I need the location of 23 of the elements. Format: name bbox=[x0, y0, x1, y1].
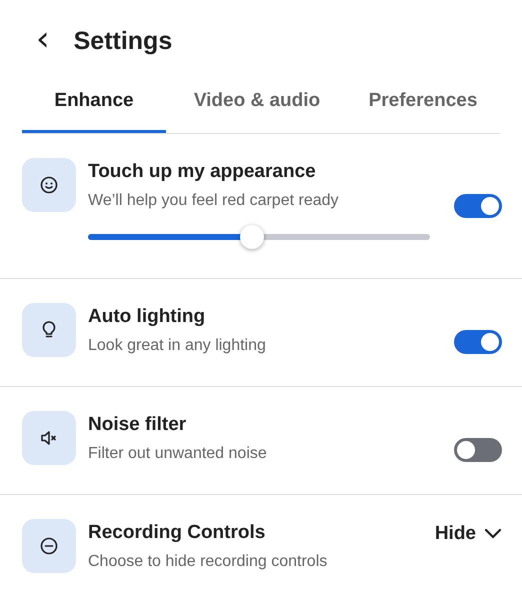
page-title: Settings bbox=[74, 26, 172, 56]
tab[interactable]: Enhance bbox=[22, 86, 166, 133]
back-button[interactable]: ‹ bbox=[34, 24, 52, 58]
setting-title: Noise filter bbox=[88, 414, 188, 436]
setting-title: Touch up my appearance bbox=[88, 161, 317, 183]
smiley-icon bbox=[22, 158, 76, 212]
dropdown[interactable]: Hide bbox=[434, 523, 502, 545]
setting-description: We’ll help you feel red carpet ready bbox=[88, 192, 340, 210]
chevron-down-icon bbox=[484, 528, 502, 540]
slider[interactable] bbox=[88, 225, 430, 249]
tab[interactable]: Video & audio bbox=[182, 86, 332, 133]
lightbulb-icon bbox=[22, 303, 76, 357]
tab[interactable]: Preferences bbox=[348, 86, 498, 133]
setting-title: Auto lighting bbox=[88, 306, 206, 328]
setting-description: Look great in any lighting bbox=[88, 337, 267, 355]
setting-title: Recording Controls bbox=[88, 522, 266, 544]
slider-thumb[interactable] bbox=[240, 225, 264, 249]
toggle-switch[interactable] bbox=[454, 330, 502, 354]
speaker-muted-icon bbox=[22, 411, 76, 465]
toggle-switch[interactable] bbox=[454, 194, 502, 218]
toggle-switch[interactable] bbox=[454, 438, 502, 462]
setting-description: Filter out unwanted noise bbox=[88, 445, 268, 463]
setting-description: Choose to hide recording controls bbox=[88, 553, 328, 571]
